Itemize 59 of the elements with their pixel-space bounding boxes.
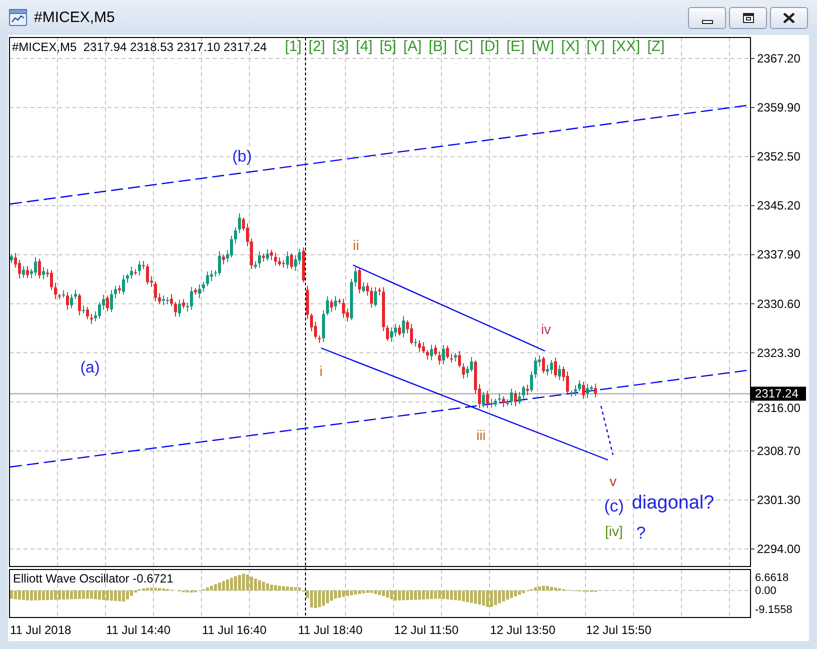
chart-annotation: iv (540, 321, 552, 337)
wave-button[interactable]: [C] (454, 38, 474, 55)
projection-line (600, 406, 614, 456)
wave-button[interactable]: [Y] (586, 38, 605, 55)
minimize-icon (702, 20, 712, 24)
close-icon (783, 13, 795, 23)
price-label: 2352.50 (757, 150, 800, 164)
time-label: 11 Jul 2018 (10, 623, 72, 637)
minimize-button[interactable] (688, 7, 726, 29)
chart-annotation: iii (476, 427, 486, 443)
price-label: 2308.70 (757, 444, 800, 458)
price-label: 2294.00 (757, 542, 800, 556)
chart-annotation: ii (352, 237, 360, 253)
chart-annotation: [iv] (605, 523, 623, 539)
wave-button[interactable]: [B] (428, 38, 447, 55)
wave-button[interactable]: [5] (380, 38, 396, 55)
price-label: 2345.20 (757, 198, 800, 213)
wave-button[interactable]: [4] (356, 38, 373, 55)
window-title: #MICEX,M5 (34, 9, 115, 26)
close-button[interactable] (770, 7, 808, 29)
wave-button[interactable]: [E] (506, 38, 525, 55)
time-label: 12 Jul 11:50 (394, 623, 458, 637)
quote-info: #MICEX,M5 2317.94 2318.53 2317.10 2317.24 (12, 40, 267, 54)
chart-annotation: v (610, 473, 616, 489)
chart-annotation: diagonal? (632, 492, 714, 514)
chart-annotation: i (319, 363, 323, 379)
chart-annotation: ? (636, 524, 646, 542)
time-label: 11 Jul 16:40 (202, 623, 266, 637)
time-label: 11 Jul 18:40 (298, 623, 362, 637)
chart-annotation: (b) (232, 148, 252, 166)
time-label: 12 Jul 13:50 (490, 623, 556, 637)
wave-button[interactable]: [1] (284, 38, 302, 55)
current-price-tag: 2317.24 (751, 386, 806, 401)
chart-window-icon (9, 9, 27, 26)
price-label: 2323.30 (757, 346, 800, 360)
indicator-title: Elliott Wave Oscillator -0.6721 (13, 572, 174, 586)
oscillator-scale-label: 0.00 (755, 585, 776, 597)
price-label: 2330.60 (757, 296, 800, 311)
oscillator-scale-label: 6.6618 (755, 572, 789, 584)
wave-button[interactable]: [Z] (647, 38, 665, 55)
wave-button[interactable]: [X] (561, 38, 580, 55)
wave-button[interactable]: [W] (532, 38, 554, 55)
price-label: 2359.90 (757, 100, 800, 115)
wave-button[interactable]: [3] (332, 38, 349, 55)
wave-button[interactable]: [2] (308, 38, 326, 55)
chart-annotation: (a) (80, 360, 100, 376)
price-label: 2367.20 (757, 52, 800, 66)
oscillator-scale-label: -9.1558 (755, 604, 792, 616)
wave-button[interactable]: [D] (480, 38, 500, 55)
restore-icon (742, 13, 754, 23)
price-label: 2301.30 (757, 492, 800, 507)
time-label: 12 Jul 15:50 (586, 623, 652, 637)
restore-button[interactable] (729, 7, 767, 29)
price-label: 2337.90 (757, 248, 800, 262)
price-label: 2316.00 (757, 401, 800, 416)
chart-annotation: (c) (604, 496, 624, 516)
wave-button[interactable]: [A] (403, 38, 422, 55)
wave-button[interactable]: [XX] (612, 38, 640, 55)
time-label: 11 Jul 14:40 (106, 623, 170, 637)
